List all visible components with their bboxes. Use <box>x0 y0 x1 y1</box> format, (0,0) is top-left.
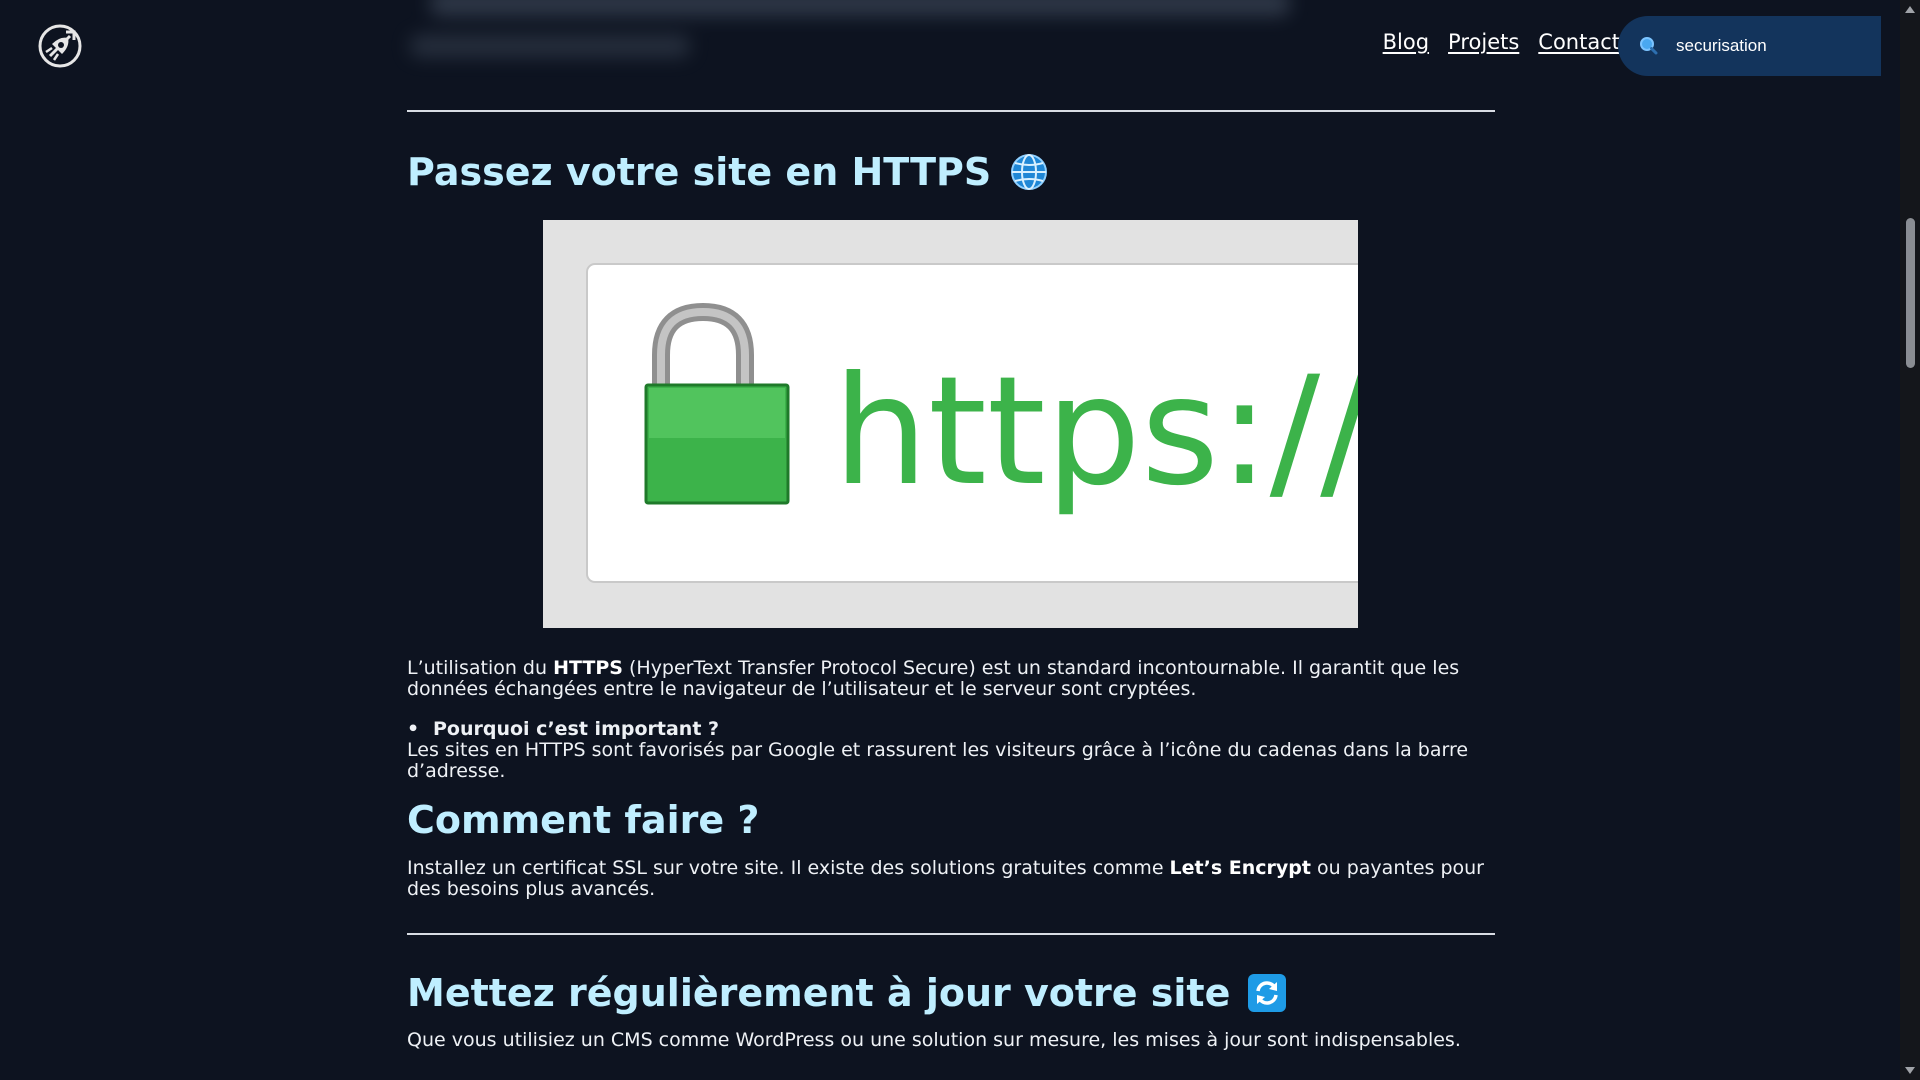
section-title-update-text: Mettez régulièrement à jour votre site <box>407 971 1231 1015</box>
search-box[interactable] <box>1618 16 1881 76</box>
page-scrollbar[interactable] <box>1900 0 1920 1080</box>
point-title-text: Pourquoi c’est important ? <box>433 718 720 740</box>
blurred-scrolled-content <box>390 0 1350 90</box>
how-text-before: Installez un certificat SSL sur votre si… <box>407 857 1170 879</box>
point-title: • Pourquoi c’est important ? <box>407 719 1495 740</box>
nav-link-contact[interactable]: Contact <box>1538 30 1620 54</box>
https-illustration: https:// <box>407 220 1495 628</box>
point-text: Les sites en HTTPS sont favorisés par Go… <box>407 739 1469 782</box>
section-title-update: Mettez régulièrement à jour votre site <box>407 971 1495 1015</box>
scroll-down-arrow-icon[interactable] <box>1905 1067 1915 1074</box>
site-logo[interactable] <box>36 22 84 70</box>
list-item: • Pourquoi c’est important ? Les sites e… <box>407 719 1495 782</box>
refresh-icon <box>1248 974 1287 1012</box>
scroll-up-arrow-icon[interactable] <box>1905 6 1915 13</box>
scrollbar-thumb[interactable] <box>1906 218 1915 368</box>
how-paragraph: Installez un certificat SSL sur votre si… <box>407 858 1495 900</box>
section-divider <box>407 110 1495 112</box>
search-input[interactable] <box>1674 35 1868 57</box>
globe-icon <box>1009 152 1049 192</box>
how-text-bold: Let’s Encrypt <box>1169 857 1311 879</box>
page: Blog Projets Contact Passez votre site e… <box>0 0 1920 1080</box>
https-address-bar-image: https:// <box>543 220 1358 628</box>
https-intro-text-before: L’utilisation du <box>407 657 554 679</box>
section-title-https-text: Passez votre site en HTTPS <box>407 150 992 194</box>
section-title-how: Comment faire ? <box>407 798 1495 842</box>
https-intro-bold: HTTPS <box>553 657 623 679</box>
section-title-https: Passez votre site en HTTPS <box>407 150 1495 194</box>
https-intro-paragraph: L’utilisation du HTTPS (HyperText Transf… <box>407 658 1495 700</box>
search-icon[interactable] <box>1638 35 1660 57</box>
bullet: • <box>407 718 420 740</box>
nav-link-projets[interactable]: Projets <box>1448 30 1519 54</box>
article-content: Passez votre site en HTTPS https:// L’ut… <box>407 110 1495 1051</box>
https-points-list: • Pourquoi c’est important ? Les sites e… <box>407 719 1495 782</box>
https-image-text: https:// <box>833 345 1358 519</box>
section-divider <box>407 933 1495 935</box>
nav-link-blog[interactable]: Blog <box>1383 30 1429 54</box>
update-paragraph: Que vous utilisiez un CMS comme WordPres… <box>407 1029 1461 1051</box>
section-title-how-text: Comment faire ? <box>407 798 760 842</box>
rocket-logo-icon <box>38 24 82 68</box>
main-nav: Blog Projets Contact <box>1383 30 1620 54</box>
